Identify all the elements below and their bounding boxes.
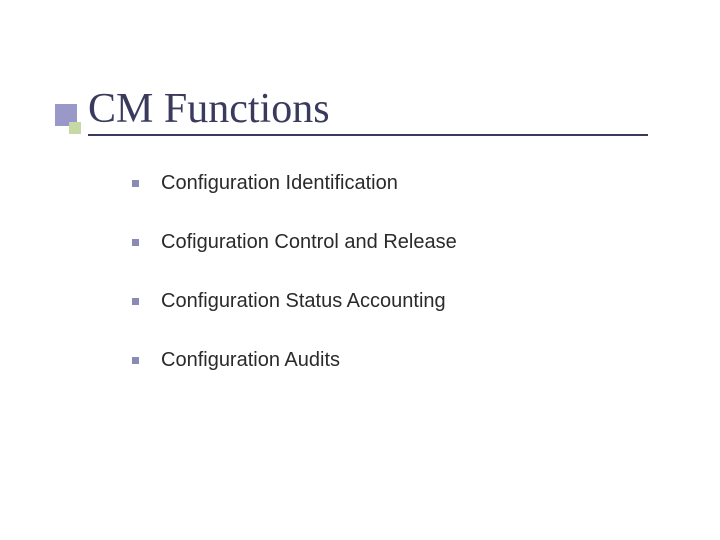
- list-item: Configuration Audits: [132, 349, 720, 372]
- bullet-marker-icon: [132, 357, 139, 364]
- accent-square-icon: [55, 104, 81, 130]
- bullet-text: Configuration Status Accounting: [161, 290, 446, 313]
- bullet-marker-icon: [132, 239, 139, 246]
- bullet-text: Configuration Identification: [161, 172, 398, 195]
- title-row: CM Functions: [60, 88, 720, 130]
- bullet-text: Cofiguration Control and Release: [161, 231, 457, 254]
- bullet-marker-icon: [132, 180, 139, 187]
- bullet-marker-icon: [132, 298, 139, 305]
- list-item: Configuration Identification: [132, 172, 720, 195]
- bullet-list: Configuration Identification Cofiguratio…: [132, 172, 720, 372]
- title-underline: [88, 134, 648, 136]
- slide: CM Functions Configuration Identificatio…: [0, 0, 720, 540]
- slide-title: CM Functions: [88, 88, 330, 130]
- bullet-text: Configuration Audits: [161, 349, 340, 372]
- list-item: Cofiguration Control and Release: [132, 231, 720, 254]
- list-item: Configuration Status Accounting: [132, 290, 720, 313]
